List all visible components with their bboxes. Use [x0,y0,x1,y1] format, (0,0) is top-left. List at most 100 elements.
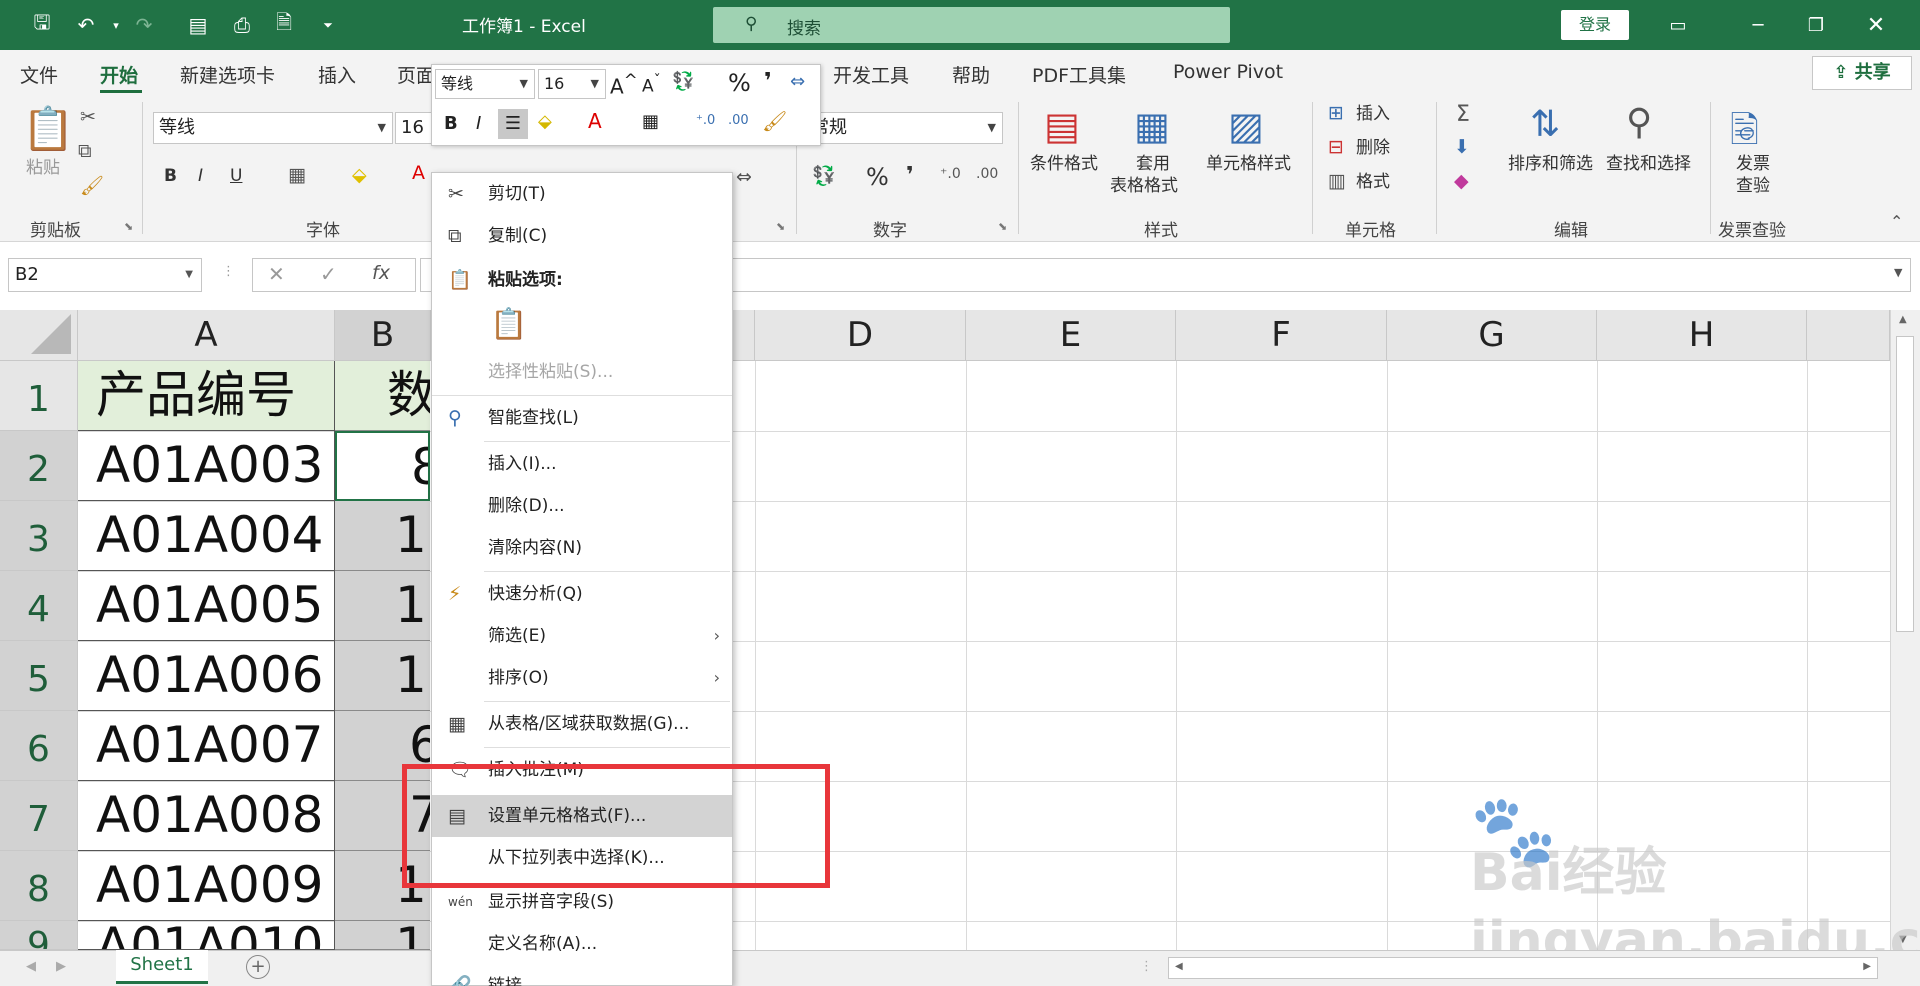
menu-item-insert[interactable]: 插入(I)... [432,443,732,485]
cell-b3[interactable]: 1( [335,501,430,571]
cell-a7[interactable]: A01A008 [78,781,335,851]
cell-a8[interactable]: A01A009 [78,851,335,921]
cell-a6[interactable]: A01A007 [78,711,335,781]
conditional-format-button[interactable]: 条件格式 [1030,154,1098,175]
next-sheet-icon[interactable]: ▶ [56,959,66,974]
column-header-f[interactable]: F [1176,310,1387,361]
find-select-button[interactable]: 查找和选择 [1606,154,1691,175]
row-header-7[interactable]: 7 [0,781,78,851]
customize-qat-icon[interactable]: ⏷ [312,8,344,42]
tab-insert[interactable]: 插入 [318,61,356,88]
scrollbar-thumb[interactable] [1896,336,1914,632]
insert-cells-button[interactable]: 插入 [1356,104,1390,125]
save-icon[interactable]: 🖫 [26,8,58,42]
menu-item-link[interactable]: 🔗 链接 [432,965,732,986]
name-box[interactable]: B2 ▼ [8,258,202,292]
menu-item-quick-analysis[interactable]: ⚡ 快速分析(Q) [432,573,732,615]
underline-button[interactable]: U [230,166,242,187]
decrease-decimal-icon[interactable]: .00 [728,113,749,128]
accounting-format-icon[interactable]: 💱 [812,164,836,187]
row-header-4[interactable]: 4 [0,571,78,641]
cell-a2[interactable]: A01A003 [78,431,335,501]
tab-pdf[interactable]: PDF工具集 [1032,61,1126,88]
undo-icon[interactable]: ↶ [70,8,102,42]
row-header-3[interactable]: 3 [0,501,78,571]
horizontal-scrollbar[interactable]: ◀ ▶ [1168,957,1878,979]
search-input[interactable]: ⚲ 搜索 [713,7,1230,43]
font-size-combo[interactable]: 16 [395,112,435,144]
fill-icon[interactable]: ⬇ [1454,136,1470,158]
cell-styles-button[interactable]: 单元格样式 [1206,154,1291,175]
tab-help[interactable]: 帮助 [952,61,990,88]
wrap-text-icon[interactable]: ⇔ [790,71,805,92]
column-header-e[interactable]: E [966,310,1176,361]
increase-decimal-icon[interactable]: ⁺.0 [696,113,715,128]
form-icon[interactable]: ▤ [182,8,214,42]
format-as-table-label-2[interactable]: 表格格式 [1110,176,1178,197]
border-icon[interactable]: ▦ [642,111,659,132]
bold-button[interactable]: B [164,166,177,187]
fill-color-icon[interactable]: ⬙ [538,111,552,132]
italic-button[interactable]: I [198,166,203,187]
copy-icon[interactable]: ⧉ [78,140,92,162]
paste-icon[interactable]: 📋 [22,104,74,154]
share-button[interactable]: ⇪ 共享 [1812,56,1912,90]
cell-a5[interactable]: A01A006 [78,641,335,711]
cell-b9[interactable]: 1 [335,921,430,950]
cell-a1[interactable]: 产品编号 [78,361,335,431]
row-header-5[interactable]: 5 [0,641,78,711]
clipboard-launcher-icon[interactable]: ⬊ [124,220,133,233]
column-header-b[interactable]: B [335,310,431,361]
font-color-icon[interactable]: A [588,109,602,133]
menu-item-filter[interactable]: 筛选(E) › [432,615,732,657]
delete-cells-button[interactable]: 删除 [1356,138,1390,159]
menu-item-sort[interactable]: 排序(O) › [432,657,732,699]
cell-b4[interactable]: 1( [335,571,430,641]
conditional-format-icon[interactable]: ▤ [1044,104,1080,148]
comma-button[interactable]: ❜ [906,162,914,190]
column-header-i-edge[interactable] [1807,310,1890,361]
row-header-1[interactable]: 1 [0,361,78,431]
fill-color-icon[interactable]: ⬙ [352,164,367,186]
menu-item-delete[interactable]: 删除(D)... [432,485,732,527]
format-painter-icon[interactable]: 🖌 [762,109,787,133]
minimize-icon[interactable]: ─ [1728,0,1788,50]
mini-size-combo[interactable]: 16 ▼ [538,69,606,99]
column-header-a[interactable]: A [78,310,335,361]
grow-font-icon[interactable]: A^ [610,71,638,99]
tab-page[interactable]: 页面 [397,61,435,88]
sort-filter-icon[interactable]: ⇅ [1530,104,1560,145]
prev-sheet-icon[interactable]: ◀ [26,959,36,974]
paste-button[interactable]: 粘贴 [26,158,60,179]
column-header-h[interactable]: H [1597,310,1807,361]
format-button[interactable]: 格式 [1356,172,1390,193]
percent-button[interactable]: % [866,162,889,192]
invoice-check-label-1[interactable]: 发票 [1736,154,1770,175]
border-icon[interactable]: ▦ [288,164,306,186]
center-align-icon[interactable]: ☰ [498,109,528,139]
restore-icon[interactable]: ❐ [1786,0,1846,50]
row-header-6[interactable]: 6 [0,711,78,781]
shrink-font-icon[interactable]: Aˇ [642,73,661,97]
delete-cells-icon[interactable]: ⊟ [1328,136,1344,158]
number-launcher-icon[interactable]: ⬊ [998,220,1007,233]
accounting-format-icon[interactable]: 💱 [672,71,694,92]
vertical-scrollbar[interactable]: ▲ ▼ [1890,310,1920,950]
autosum-icon[interactable]: Σ [1456,102,1470,127]
font-color-icon[interactable]: A [412,162,425,184]
scroll-up-icon[interactable]: ▲ [1899,314,1907,325]
print-preview-icon[interactable]: ⎙ [226,8,258,42]
collapse-ribbon-icon[interactable]: ⌃ [1890,212,1903,231]
cut-icon[interactable]: ✂ [80,106,96,128]
sheet-tab-sheet1[interactable]: Sheet1 [116,950,208,984]
menu-item-paste-special[interactable]: 选择性粘贴(S)... [432,351,732,393]
cell-styles-icon[interactable]: ▨ [1228,104,1264,148]
expand-formula-icon[interactable]: ▼ [1894,266,1902,279]
insert-function-button[interactable]: fx [372,262,390,284]
menu-item-cut[interactable]: ✂ 剪切(T) [432,173,732,215]
menu-item-clear[interactable]: 清除内容(N) [432,527,732,569]
menu-item-smart-lookup[interactable]: ⚲ 智能查找(L) [432,397,732,439]
close-icon[interactable]: ✕ [1846,0,1906,50]
scroll-right-icon[interactable]: ▶ [1863,961,1871,972]
column-header-g[interactable]: G [1387,310,1597,361]
